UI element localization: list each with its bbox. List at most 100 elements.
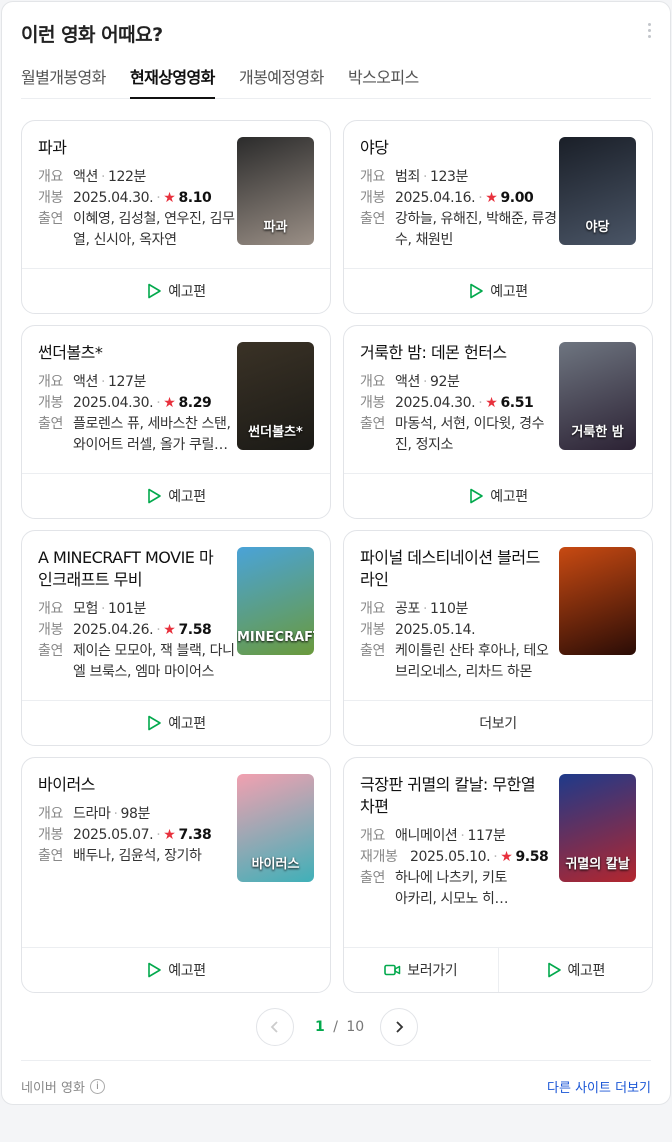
genre-label: 개요 xyxy=(38,806,63,822)
movie-info: 개요 모험 · 101분 개봉 2025.04.26. · ★ 7.58 출연 제이슨 모모아,… xyxy=(38,599,238,683)
movie-title[interactable]: 극장판 귀멸의 칼날: 무한열차편 xyxy=(360,774,546,818)
movie-score: 6.51 xyxy=(500,395,534,411)
trailer-button[interactable]: 예고편 xyxy=(344,269,652,313)
tab-monthly-release[interactable]: 월별개봉영화 xyxy=(21,64,106,99)
trailer-label: 예고편 xyxy=(168,284,206,300)
play-icon xyxy=(547,962,561,978)
watch-button[interactable]: 보러가기 xyxy=(344,948,498,992)
source-label: 네이버 영화 i xyxy=(21,1077,105,1096)
movie-poster[interactable]: 귀멸의 칼날 xyxy=(559,774,636,882)
movie-genre: 액션 xyxy=(73,374,98,390)
release-label: 개봉 xyxy=(38,827,63,843)
movie-poster[interactable]: 파과 xyxy=(237,137,314,245)
more-button[interactable]: 더보기 xyxy=(344,701,652,745)
movie-card[interactable]: 야당 개요 범죄 · 123분 개봉 2025.04.16. · ★ 9.00 출연 강하늘, … xyxy=(343,120,653,314)
star-icon: ★ xyxy=(485,190,498,206)
star-icon: ★ xyxy=(163,190,176,206)
trailer-label: 예고편 xyxy=(168,489,206,505)
card-footer: 예고편 xyxy=(344,268,652,313)
movie-title[interactable]: 썬더볼츠* xyxy=(38,342,224,364)
card-footer: 예고편 xyxy=(22,473,330,518)
trailer-button[interactable]: 예고편 xyxy=(22,474,330,518)
cast-label: 출연 xyxy=(38,211,63,227)
trailer-button[interactable]: 예고편 xyxy=(22,701,330,745)
movie-runtime: 127분 xyxy=(108,374,147,390)
movie-title[interactable]: 파과 xyxy=(38,137,224,159)
card-footer: 예고편 xyxy=(22,268,330,313)
cast-label: 출연 xyxy=(360,211,385,227)
card-footer: 더보기 xyxy=(344,700,652,745)
movie-poster[interactable]: 썬더볼츠* xyxy=(237,342,314,450)
more-label: 더보기 xyxy=(479,716,517,732)
movie-title[interactable]: 파이널 데스티네이션 블러드라인 xyxy=(360,547,546,591)
card-footer: 예고편 xyxy=(344,473,652,518)
chevron-right-icon xyxy=(396,1021,404,1033)
tab-upcoming[interactable]: 개봉예정영화 xyxy=(239,64,324,99)
movie-score: 7.58 xyxy=(178,622,212,638)
separator-dot: · xyxy=(156,190,161,206)
movie-cast: 하나에 나츠키, 키토 아카리, 시모노 히로, 마츠오카 요시츠구 xyxy=(395,870,512,907)
more-options-icon[interactable] xyxy=(648,23,652,39)
trailer-button[interactable]: 예고편 xyxy=(497,948,653,992)
movie-title[interactable]: A MINECRAFT MOVIE 마인크래프트 무비 xyxy=(38,547,224,591)
release-date: 2025.04.26. xyxy=(73,622,154,638)
separator-dot: · xyxy=(422,374,428,390)
release-label: 개봉 xyxy=(360,622,385,638)
release-date: 2025.04.30. xyxy=(73,190,154,206)
trailer-button[interactable]: 예고편 xyxy=(22,948,330,992)
poster-text: MINECRAFT xyxy=(237,630,314,645)
other-sites-link[interactable]: 다른 사이트 더보기 xyxy=(547,1077,651,1096)
trailer-button[interactable]: 예고편 xyxy=(344,474,652,518)
movie-cast: 제이슨 모모아, 잭 블랙, 다니엘 브룩스, 엠마 마이어스 xyxy=(73,643,235,680)
movie-title[interactable]: 바이러스 xyxy=(38,774,224,796)
movie-card[interactable]: 파이널 데스티네이션 블러드라인 개요 공포 · 110분 개봉 2025.05.14.… xyxy=(343,530,653,746)
movie-title[interactable]: 거룩한 밤: 데몬 헌터스 xyxy=(360,342,546,364)
next-page-button[interactable] xyxy=(380,1008,418,1046)
star-icon: ★ xyxy=(163,827,176,843)
star-icon: ★ xyxy=(485,395,498,411)
movie-poster[interactable] xyxy=(559,547,636,655)
separator-dot: · xyxy=(460,828,465,844)
genre-label: 개요 xyxy=(360,169,385,185)
movie-poster[interactable]: 바이러스 xyxy=(237,774,314,882)
pagination: 1 / 10 xyxy=(2,1008,670,1048)
poster-text: 야당 xyxy=(585,220,610,235)
trailer-label: 예고편 xyxy=(168,716,206,732)
movie-genre: 공포 xyxy=(395,601,420,617)
separator-dot: · xyxy=(493,849,498,865)
trailer-button[interactable]: 예고편 xyxy=(22,269,330,313)
movie-card[interactable]: 바이러스 개요 드라마 · 98분 개봉 2025.05.07. · ★ 7.38 출연 배두나… xyxy=(21,757,331,993)
star-icon: ★ xyxy=(163,622,176,638)
play-icon xyxy=(148,488,162,504)
chevron-left-icon xyxy=(270,1021,278,1033)
separator-dot: · xyxy=(156,622,161,638)
movie-runtime: 110분 xyxy=(430,601,469,617)
movie-card[interactable]: 극장판 귀멸의 칼날: 무한열차편 개요 애니메이션 · 117분 재개봉 2025.0… xyxy=(343,757,653,993)
tab-now-showing[interactable]: 현재상영영화 xyxy=(130,64,215,99)
page-indicator: 1 / 10 xyxy=(315,1019,365,1035)
poster-text: 귀멸의 칼날 xyxy=(565,857,630,872)
movie-genre: 드라마 xyxy=(73,806,111,822)
movie-poster[interactable]: 야당 xyxy=(559,137,636,245)
tab-box-office[interactable]: 박스오피스 xyxy=(348,64,419,99)
panel-footer: 네이버 영화 i 다른 사이트 더보기 xyxy=(21,1060,651,1106)
cast-label: 출연 xyxy=(360,416,385,432)
separator-dot: · xyxy=(113,806,118,822)
movie-score: 9.58 xyxy=(515,849,549,865)
prev-page-button[interactable] xyxy=(256,1008,294,1046)
movie-poster[interactable]: 거룩한 밤 xyxy=(559,342,636,450)
movie-card[interactable]: 거룩한 밤: 데몬 헌터스 개요 액션 · 92분 개봉 2025.04.30. · ★ 6.… xyxy=(343,325,653,519)
play-icon xyxy=(148,962,162,978)
movie-card[interactable]: 파과 개요 액션 · 122분 개봉 2025.04.30. · ★ 8.10 출연 이혜영, … xyxy=(21,120,331,314)
movie-runtime: 101분 xyxy=(108,601,147,617)
info-icon[interactable]: i xyxy=(89,1079,105,1094)
movie-cast: 케이틀린 산타 후아나, 테오 브리오네스, 리차드 하몬 xyxy=(395,643,549,680)
release-label: 개봉 xyxy=(38,395,63,411)
separator-dot: · xyxy=(478,395,483,411)
movie-poster[interactable]: MINECRAFT xyxy=(237,547,314,655)
movie-title[interactable]: 야당 xyxy=(360,137,546,159)
trailer-label: 예고편 xyxy=(567,963,606,979)
movie-card[interactable]: A MINECRAFT MOVIE 마인크래프트 무비 개요 모험 · 101분 개봉… xyxy=(21,530,331,746)
movie-score: 8.10 xyxy=(178,190,212,206)
movie-card[interactable]: 썬더볼츠* 개요 액션 · 127분 개봉 2025.04.30. · ★ 8.29 출연 플로… xyxy=(21,325,331,519)
